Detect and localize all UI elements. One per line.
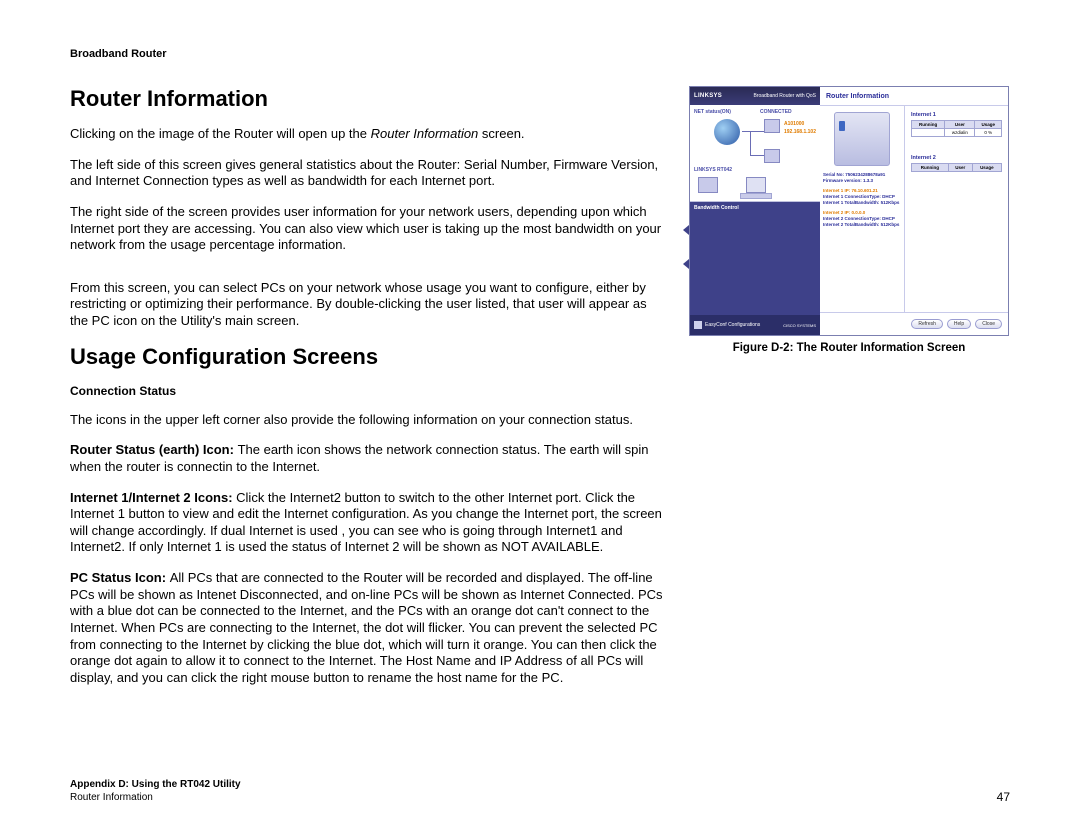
footer-section: Router Information — [70, 792, 241, 805]
figure-column: LINKSYS Broadband Router with QoS NET st… — [688, 86, 1010, 769]
scrollbar[interactable] — [740, 193, 772, 199]
para: PC Status Icon: All PCs that are connect… — [70, 570, 666, 686]
table-name: Internet 2 — [911, 155, 1002, 161]
linksys-logo: LINKSYS — [694, 93, 722, 99]
connected-label: CONNECTED — [760, 109, 792, 115]
internet2-icon[interactable] — [764, 149, 780, 163]
figure-caption: Figure D-2: The Router Information Scree… — [733, 342, 966, 354]
pc-status-icon[interactable] — [746, 177, 766, 193]
label-pc-status: PC Status Icon: — [70, 570, 170, 585]
bottom-bar: EasyConf Configurations CISCO SYSTEMS — [690, 315, 820, 335]
text-italic: Router Information — [371, 126, 479, 141]
para: The left side of this screen gives gener… — [70, 157, 666, 190]
table-row[interactable]: wzdialin 0 % — [912, 129, 1002, 137]
text-column: Router Information Clicking on the image… — [70, 86, 666, 769]
para: Router Status (earth) Icon: The earth ic… — [70, 442, 666, 475]
chevron-left-icon[interactable] — [683, 259, 689, 269]
figure-router-info-screen: LINKSYS Broadband Router with QoS NET st… — [689, 86, 1009, 336]
text: Clicking on the image of the Router will… — [70, 126, 371, 141]
help-button[interactable]: Help — [947, 319, 971, 329]
table-name: Internet 1 — [911, 112, 1002, 118]
para: Internet 1/Internet 2 Icons: Click the I… — [70, 490, 666, 557]
chevron-left-icon[interactable] — [683, 225, 689, 235]
para: Clicking on the image of the Router will… — [70, 126, 666, 143]
bandwidth-label: Bandwidth Control — [694, 205, 816, 211]
router-icon[interactable] — [698, 177, 718, 193]
text: screen. — [478, 126, 524, 141]
ip-label: A101000 — [784, 121, 804, 127]
easyconf-label: EasyConf Configurations — [705, 322, 760, 328]
router-info-text: Serial No: 7506234288678a91 Firmware ver… — [820, 172, 904, 229]
bandwidth-panel: Bandwidth Control — [690, 202, 820, 315]
network-diagram: NET status(ON) CONNECTED A101000 192.168… — [690, 105, 820, 202]
internet1-table: Internet 1 Running User Usage — [911, 112, 1002, 137]
doc-header: Broadband Router — [70, 48, 1010, 60]
close-button[interactable]: Close — [975, 319, 1002, 329]
model-label: LINKSYS RT042 — [694, 167, 732, 173]
router-image[interactable] — [834, 112, 890, 166]
refresh-button[interactable]: Refresh — [911, 319, 943, 329]
earth-icon[interactable] — [714, 119, 740, 145]
para: From this screen, you can select PCs on … — [70, 280, 666, 330]
ip-label: 192.168.1.102 — [784, 129, 816, 135]
internet1-icon[interactable] — [764, 119, 780, 133]
table-header-row: Running User Usage — [912, 164, 1002, 172]
net-status-label: NET status(ON) — [694, 109, 731, 115]
section-title-router-info: Router Information — [70, 86, 666, 112]
label-router-status: Router Status (earth) Icon: — [70, 442, 238, 457]
para: The icons in the upper left corner also … — [70, 412, 666, 429]
subsection-connection-status: Connection Status — [70, 384, 666, 398]
page-number: 47 — [997, 790, 1010, 804]
panel-title: Router Information — [820, 87, 1008, 106]
config-icon[interactable] — [694, 321, 702, 329]
section-title-usage-config: Usage Configuration Screens — [70, 344, 666, 370]
table-header-row: Running User Usage — [912, 121, 1002, 129]
internet2-table: Internet 2 Running User Usage — [911, 155, 1002, 172]
text: All PCs that are connected to the Router… — [70, 570, 663, 685]
footer-appendix: Appendix D: Using the RT042 Utility — [70, 779, 241, 792]
cisco-logo: CISCO SYSTEMS — [783, 323, 816, 328]
product-name: Broadband Router with QoS — [753, 93, 816, 99]
page-footer: Appendix D: Using the RT042 Utility Rout… — [70, 779, 1010, 804]
label-internet-icons: Internet 1/Internet 2 Icons: — [70, 490, 236, 505]
para: The right side of the screen provides us… — [70, 204, 666, 254]
